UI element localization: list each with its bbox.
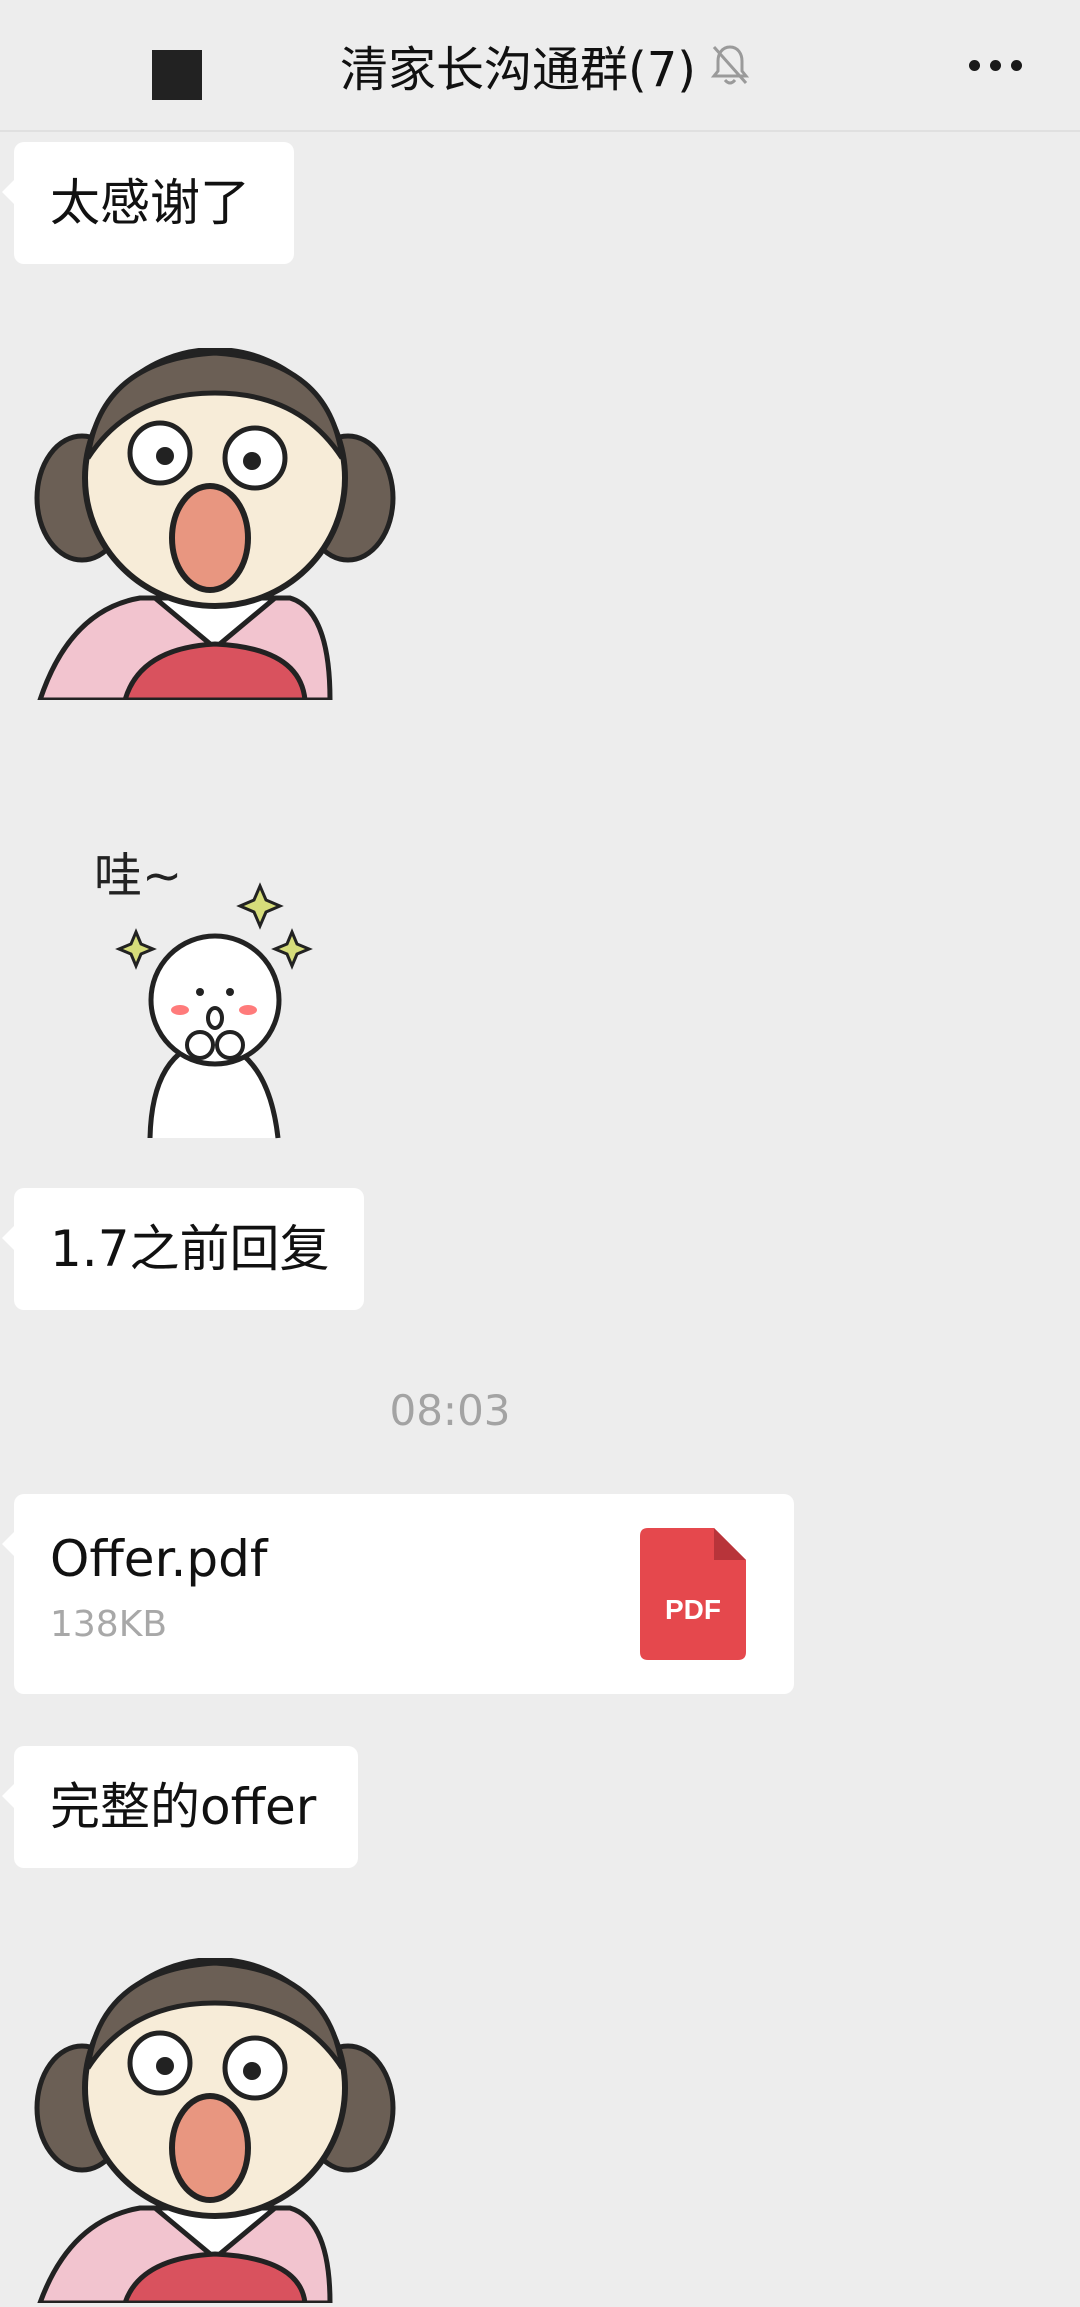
shocked-girl-sticker[interactable] [30,347,400,703]
file-message[interactable]: Offer.pdf 138KB PDF [2,1494,794,1694]
message-bubble[interactable]: 太感谢了 [2,142,294,264]
message-text: 完整的offer [50,1778,317,1836]
sticker-caption: 哇~ [94,848,182,904]
more-dot [1010,59,1022,71]
bell-muted-icon [710,43,750,87]
nav-bar: 清家长沟通群(7) [0,0,1080,132]
file-size: 138KB [50,1604,168,1645]
message-bubble[interactable]: 1.7之前回复 [2,1188,364,1310]
message-bubble[interactable]: 完整的offer [2,1746,358,1868]
pdf-file-icon: PDF [640,1528,746,1660]
more-icon[interactable] [955,40,1035,90]
chat-title: 清家长沟通群(7) [340,42,696,98]
timestamp: 08:03 [389,1386,511,1435]
chat-title-group[interactable]: 清家长沟通群(7) [340,30,750,100]
message-text: 1.7之前回复 [50,1220,330,1278]
more-dot [989,59,1001,71]
wow-sticker[interactable]: 哇~ [80,840,330,1140]
file-name: Offer.pdf [50,1530,268,1588]
shocked-girl-sticker[interactable] [30,1957,400,2306]
more-dot [968,59,980,71]
pdf-badge: PDF [665,1594,721,1625]
message-text: 太感谢了 [50,174,250,232]
back-icon[interactable] [152,50,202,100]
